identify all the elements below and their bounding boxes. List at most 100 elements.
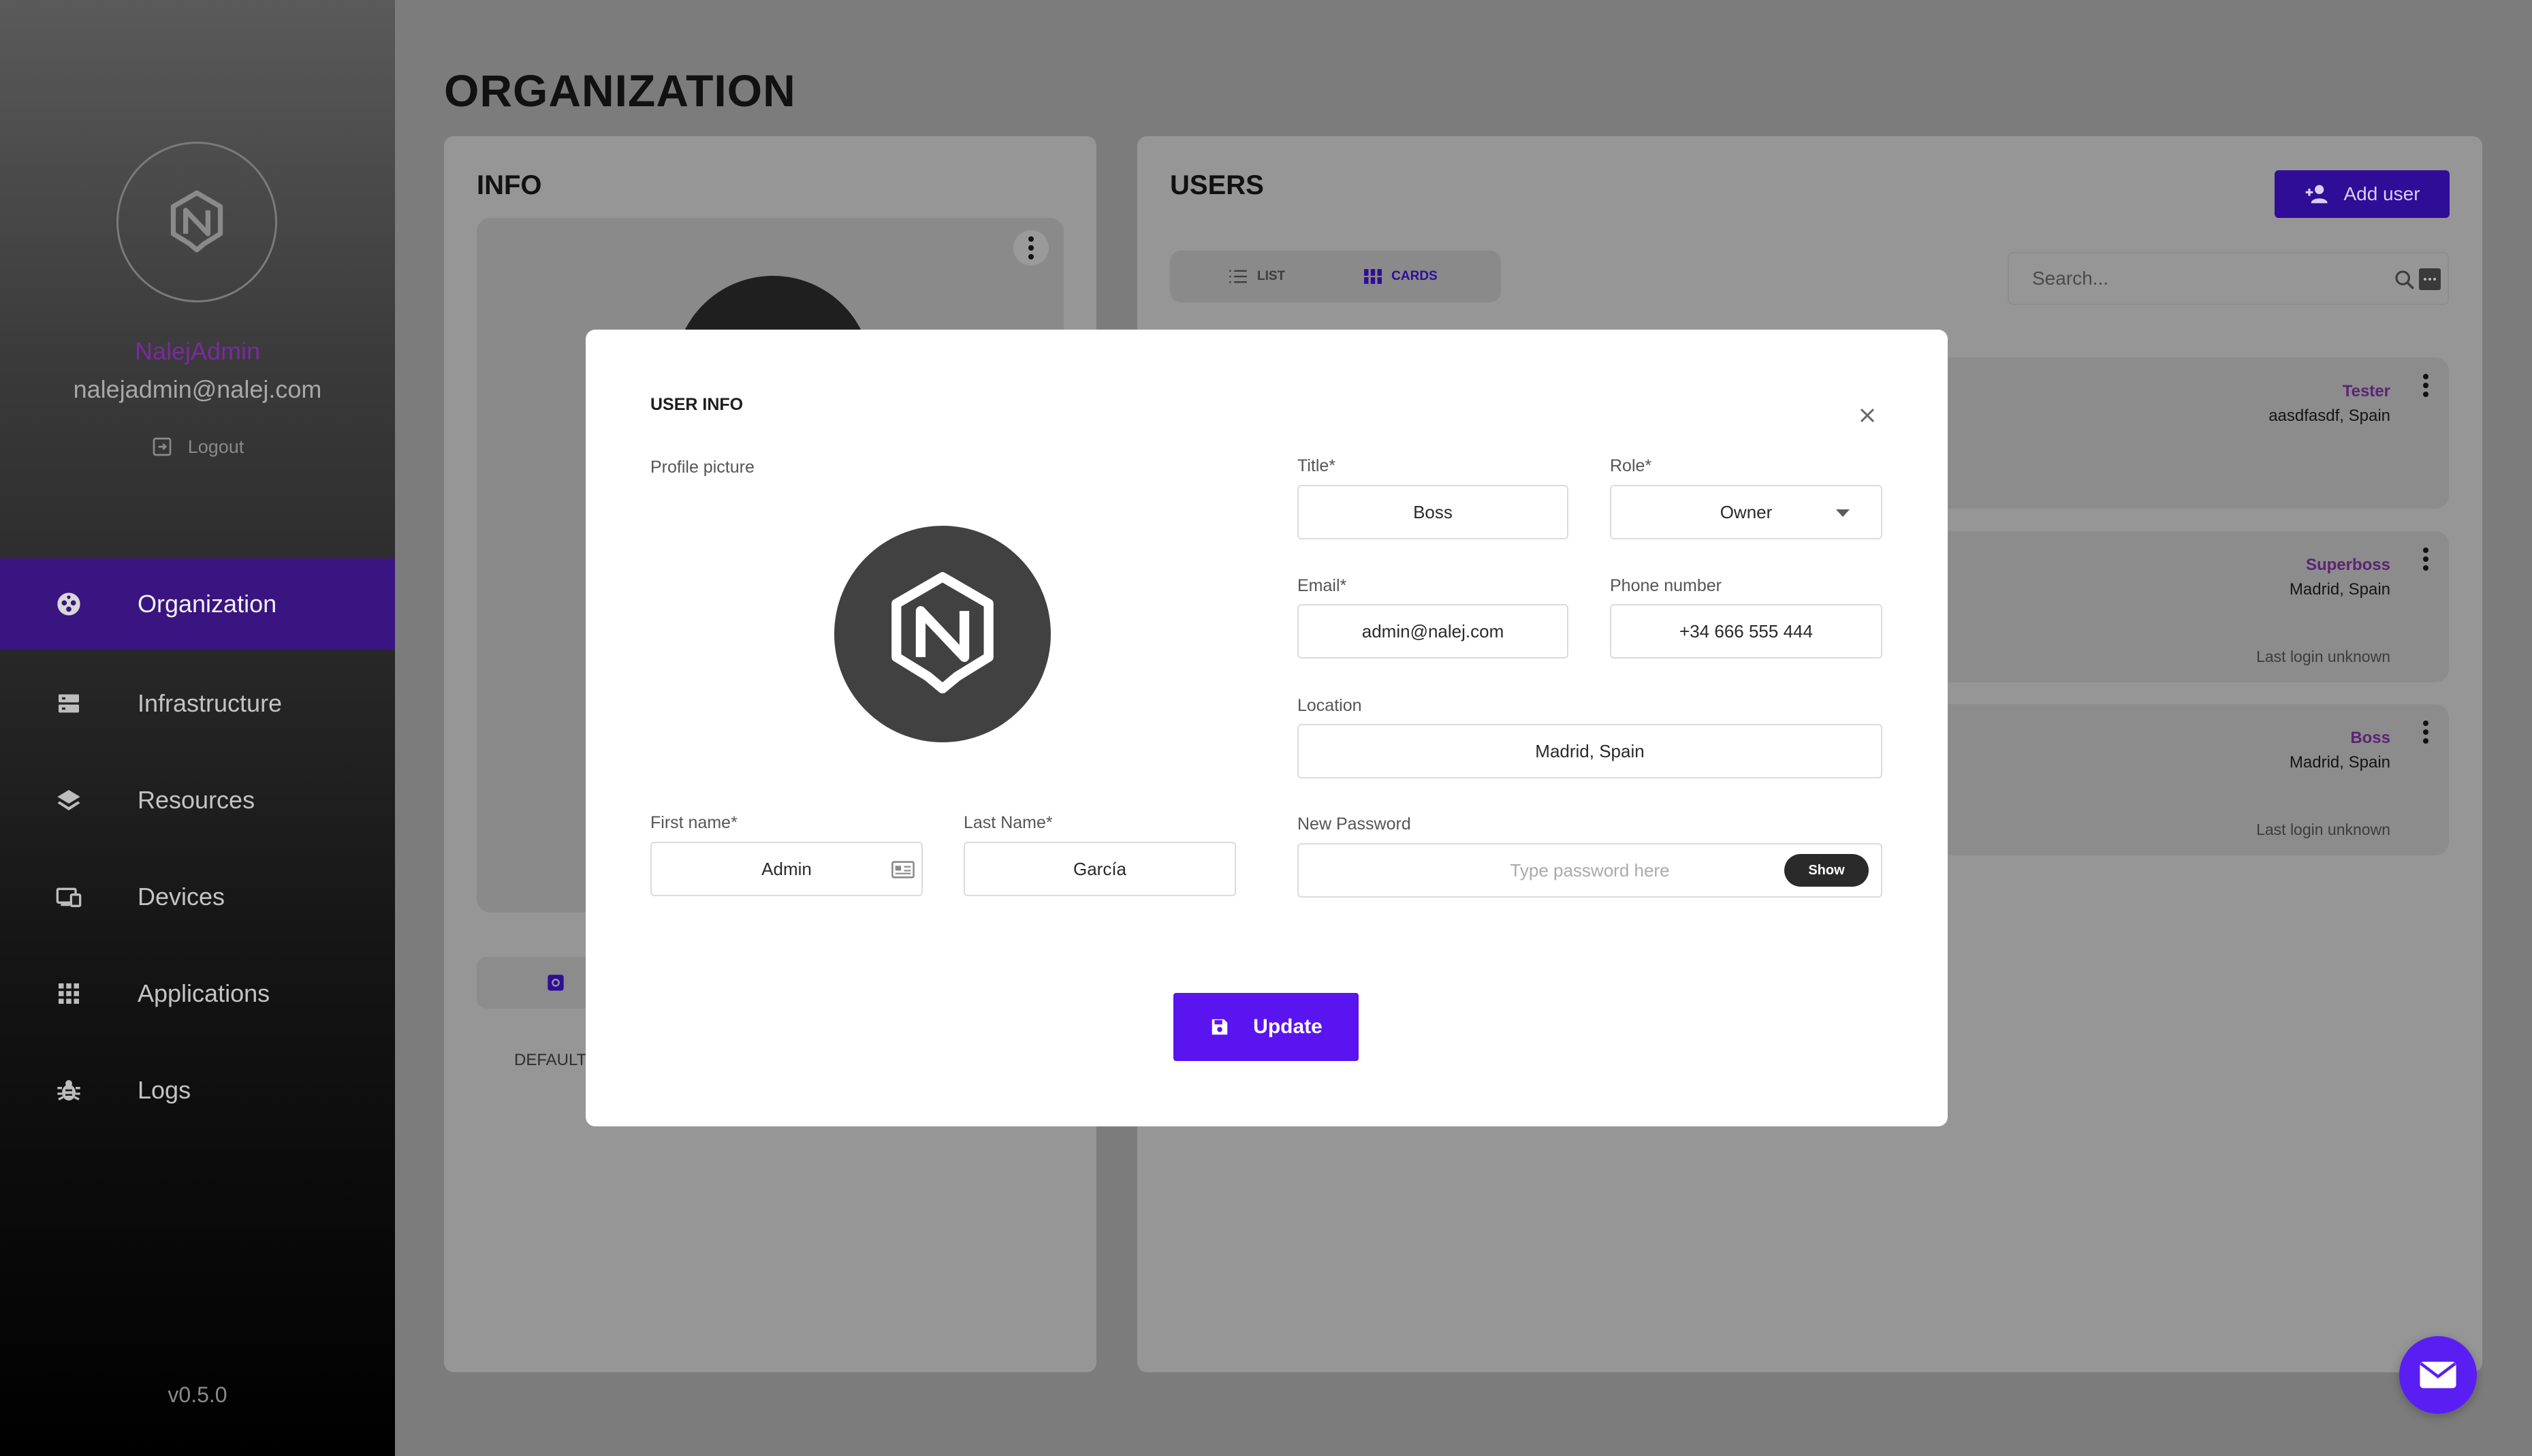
sidebar-nav: Organization Infrastructure Resources De… xyxy=(0,558,395,1139)
chevron-down-icon xyxy=(1836,509,1850,517)
devices-icon xyxy=(56,887,82,907)
sidebar-item-label: Infrastructure xyxy=(138,689,283,717)
server-icon xyxy=(59,694,79,713)
add-user-button[interactable]: Add user xyxy=(2275,170,2450,218)
new-password-label: New Password xyxy=(1297,814,1411,834)
user-card[interactable]: Superboss Madrid, Spain Last login unkno… xyxy=(1946,531,2449,682)
email-field[interactable] xyxy=(1297,604,1568,659)
close-icon xyxy=(1860,408,1875,423)
add-user-label: Add user xyxy=(2343,183,2420,204)
user-card[interactable]: Boss Madrid, Spain Last login unknown xyxy=(1946,704,2449,855)
sidebar-item-label: Logs xyxy=(138,1076,191,1104)
version-label: v0.5.0 xyxy=(168,1382,227,1407)
nalej-logo-icon xyxy=(170,190,223,253)
bug-icon xyxy=(57,1080,80,1101)
close-button[interactable] xyxy=(1854,402,1881,429)
first-name-label: First name* xyxy=(650,813,738,832)
mail-icon xyxy=(2420,1361,2456,1389)
nalej-logo-icon xyxy=(891,572,994,694)
list-view-button[interactable]: LIST xyxy=(1229,268,1285,285)
logout-icon xyxy=(153,437,172,456)
user-card-menu-icon[interactable] xyxy=(2423,374,2428,397)
update-button[interactable]: Update xyxy=(1173,993,1359,1061)
message-fab-button[interactable] xyxy=(2399,1336,2477,1414)
logout-button[interactable]: Logout xyxy=(0,436,395,458)
profile-picture[interactable] xyxy=(834,526,1051,742)
role-label: Role* xyxy=(1610,456,1652,475)
avatar xyxy=(116,142,277,302)
user-info-modal: USER INFO Profile picture First name* La… xyxy=(586,330,1948,1126)
save-icon xyxy=(1212,1019,1228,1035)
location-input[interactable] xyxy=(1299,725,1881,777)
sidebar-user-name: NalejAdmin xyxy=(134,337,261,365)
search-placeholder: Search... xyxy=(2032,268,2109,289)
search-options-icon[interactable] xyxy=(2419,268,2441,290)
layers-icon xyxy=(57,790,80,810)
first-name-input[interactable] xyxy=(652,843,921,895)
sidebar-item-label: Organization xyxy=(138,590,277,618)
view-toggle: LIST CARDS xyxy=(1170,251,1501,302)
apps-grid-icon xyxy=(59,983,79,1004)
search-input[interactable]: Search... xyxy=(2008,252,2449,305)
sidebar-item-organization[interactable]: Organization xyxy=(0,558,395,650)
default-label: DEFAULT xyxy=(514,1051,587,1069)
search-icon xyxy=(2395,270,2414,289)
list-label: LIST xyxy=(1257,269,1286,283)
page-title: ORGANIZATION xyxy=(444,65,796,116)
user-role: Superboss xyxy=(2305,556,2390,574)
cards-label: CARDS xyxy=(1391,269,1438,283)
sidebar: NalejAdmin nalejadmin@nalej.com Logout O… xyxy=(0,0,395,1456)
title-input[interactable] xyxy=(1299,486,1567,538)
user-role: Tester xyxy=(2342,382,2390,400)
cards-view-button[interactable]: CARDS xyxy=(1364,269,1438,284)
location-label: Location xyxy=(1297,696,1362,715)
user-card-menu-icon[interactable] xyxy=(2423,548,2428,571)
add-user-icon xyxy=(2306,185,2328,204)
user-role: Boss xyxy=(2350,729,2390,747)
sidebar-item-label: Devices xyxy=(138,883,225,911)
sidebar-item-logs[interactable]: Logs xyxy=(0,1042,395,1139)
cards-grid-icon xyxy=(1364,269,1382,284)
sidebar-item-resources[interactable]: Resources xyxy=(0,752,395,849)
info-panel-title: INFO xyxy=(477,170,542,200)
phone-input[interactable] xyxy=(1611,605,1881,657)
phone-label: Phone number xyxy=(1610,576,1722,595)
sidebar-item-applications[interactable]: Applications xyxy=(0,945,395,1042)
sidebar-user-email: nalejadmin@nalej.com xyxy=(73,375,322,403)
show-password-button[interactable]: Show xyxy=(1784,854,1869,887)
list-icon xyxy=(1229,270,1247,283)
settings-icon xyxy=(548,975,564,991)
profile-picture-label: Profile picture xyxy=(650,458,755,477)
sidebar-item-label: Applications xyxy=(138,979,270,1007)
logout-label: Logout xyxy=(187,436,244,457)
role-select[interactable]: Owner xyxy=(1610,485,1882,539)
phone-field[interactable] xyxy=(1610,604,1882,659)
new-password-field[interactable]: Show xyxy=(1297,843,1882,898)
sidebar-item-infrastructure[interactable]: Infrastructure xyxy=(0,655,395,752)
last-name-input[interactable] xyxy=(965,843,1235,895)
users-panel-title: USERS xyxy=(1170,170,1264,200)
user-card-menu-icon[interactable] xyxy=(2423,721,2428,744)
title-label: Title* xyxy=(1297,456,1336,475)
email-label: Email* xyxy=(1297,576,1347,595)
modal-title: USER INFO xyxy=(650,395,744,414)
user-location: Madrid, Spain xyxy=(2289,580,2390,599)
title-field[interactable] xyxy=(1297,485,1568,539)
update-label: Update xyxy=(1253,1015,1323,1038)
user-location: aasdfasdf, Spain xyxy=(2268,407,2390,425)
user-location: Madrid, Spain xyxy=(2289,753,2390,772)
contact-card-icon xyxy=(891,861,915,879)
role-value: Owner xyxy=(1720,501,1773,522)
email-input[interactable] xyxy=(1299,605,1567,657)
organization-menu-icon[interactable] xyxy=(1013,230,1049,266)
last-name-field[interactable] xyxy=(964,842,1236,896)
location-field[interactable] xyxy=(1297,724,1882,778)
user-last-login: Last login unknown xyxy=(2256,648,2390,665)
user-card[interactable]: Tester aasdfasdf, Spain xyxy=(1946,358,2449,509)
first-name-field[interactable] xyxy=(650,842,923,896)
last-name-label: Last Name* xyxy=(964,813,1053,832)
sidebar-item-devices[interactable]: Devices xyxy=(0,849,395,945)
sidebar-item-label: Resources xyxy=(138,786,255,814)
organization-icon xyxy=(57,592,80,616)
user-last-login: Last login unknown xyxy=(2256,821,2390,838)
